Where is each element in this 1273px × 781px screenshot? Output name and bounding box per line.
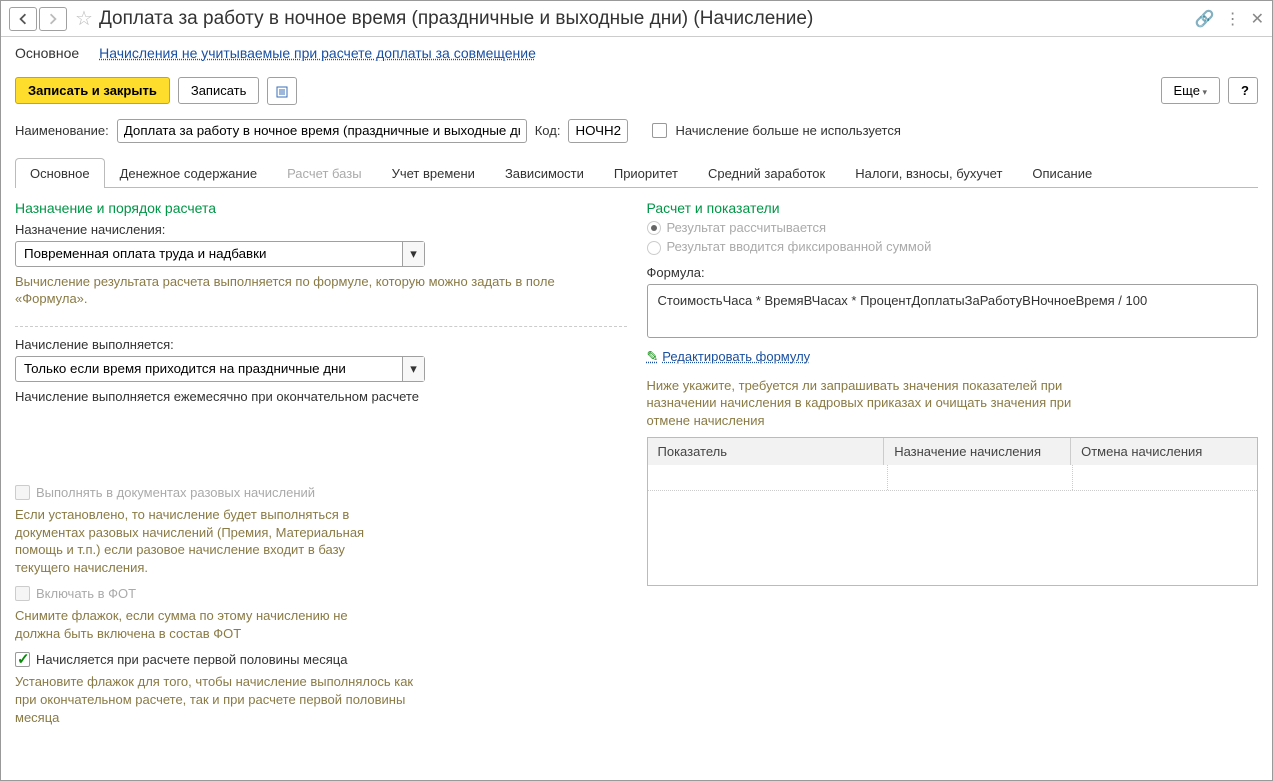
not-used-checkbox[interactable] xyxy=(652,123,667,138)
help-button[interactable]: ? xyxy=(1228,77,1258,104)
chevron-down-icon[interactable]: ▾ xyxy=(402,357,424,381)
formula-box[interactable]: СтоимостьЧаса * ВремяВЧасах * ПроцентДоп… xyxy=(647,284,1259,338)
tabs: Основное Денежное содержание Расчет базы… xyxy=(15,157,1258,188)
purpose-select[interactable]: ▾ xyxy=(15,241,425,267)
th-assign: Назначение начисления xyxy=(884,438,1071,465)
tab-avg[interactable]: Средний заработок xyxy=(693,158,840,188)
save-and-close-button[interactable]: Записать и закрыть xyxy=(15,77,170,104)
tab-deps[interactable]: Зависимости xyxy=(490,158,599,188)
list-icon-button[interactable] xyxy=(267,77,297,105)
code-input[interactable] xyxy=(568,119,628,143)
purpose-input[interactable] xyxy=(16,242,402,266)
chevron-down-icon[interactable]: ▾ xyxy=(402,242,424,266)
name-label: Наименование: xyxy=(15,123,109,138)
chk-half-month-label: Начисляется при расчете первой половины … xyxy=(36,652,347,667)
more-button[interactable]: Еще xyxy=(1161,77,1220,104)
table-row[interactable] xyxy=(648,465,1258,491)
back-button[interactable] xyxy=(9,7,37,31)
sect-calc: Расчет и показатели xyxy=(647,200,1259,216)
when-label: Начисление выполняется: xyxy=(15,337,627,352)
table-body[interactable] xyxy=(648,465,1258,585)
not-used-label: Начисление больше не используется xyxy=(675,123,900,138)
table-note: Ниже укажите, требуется ли запрашивать з… xyxy=(647,377,1087,430)
sect-purpose: Назначение и порядок расчета xyxy=(15,200,627,216)
radio-calc-label: Результат рассчитывается xyxy=(667,220,827,235)
purpose-label: Назначение начисления: xyxy=(15,222,627,237)
chk-onetime xyxy=(15,485,30,500)
favorite-icon[interactable]: ☆ xyxy=(75,6,93,31)
radio-calc xyxy=(647,221,661,235)
save-button[interactable]: Записать xyxy=(178,77,260,104)
nav-main[interactable]: Основное xyxy=(15,45,79,61)
chk-onetime-label: Выполнять в документах разовых начислени… xyxy=(36,485,315,500)
when-input[interactable] xyxy=(16,357,402,381)
chk-fot-hint: Снимите флажок, если сумма по этому начи… xyxy=(15,607,395,642)
tab-desc[interactable]: Описание xyxy=(1017,158,1107,188)
th-cancel: Отмена начисления xyxy=(1071,438,1257,465)
tab-tax[interactable]: Налоги, взносы, бухучет xyxy=(840,158,1017,188)
link-icon[interactable]: 🔗 xyxy=(1195,9,1215,29)
when-hint: Начисление выполняется ежемесячно при ок… xyxy=(15,388,627,406)
th-indicator: Показатель xyxy=(648,438,885,465)
forward-button[interactable] xyxy=(39,7,67,31)
chk-onetime-hint: Если установлено, то начисление будет вы… xyxy=(15,506,395,576)
name-input[interactable] xyxy=(117,119,527,143)
tab-time[interactable]: Учет времени xyxy=(377,158,490,188)
chk-fot xyxy=(15,586,30,601)
radio-fixed xyxy=(647,241,661,255)
chk-half-month-hint: Установите флажок для того, чтобы начисл… xyxy=(15,673,435,726)
formula-label: Формула: xyxy=(647,265,1259,280)
edit-formula-label: Редактировать формулу xyxy=(662,349,810,364)
tab-main[interactable]: Основное xyxy=(15,158,105,188)
page-title: Доплата за работу в ночное время (праздн… xyxy=(99,8,1195,30)
tab-money[interactable]: Денежное содержание xyxy=(105,158,272,188)
kebab-icon[interactable]: ⋮ xyxy=(1225,9,1241,29)
radio-fixed-label: Результат вводится фиксированной суммой xyxy=(667,239,932,254)
edit-formula-link[interactable]: ✎ Редактировать формулу xyxy=(647,348,811,365)
pencil-icon: ✎ xyxy=(647,348,659,365)
when-select[interactable]: ▾ xyxy=(15,356,425,382)
code-label: Код: xyxy=(535,123,561,138)
close-icon[interactable]: ✕ xyxy=(1251,9,1264,29)
tab-priority[interactable]: Приоритет xyxy=(599,158,693,188)
indicators-table: Показатель Назначение начисления Отмена … xyxy=(647,437,1259,586)
nav-link-exclusions[interactable]: Начисления не учитываемые при расчете до… xyxy=(99,45,536,61)
chk-fot-label: Включать в ФОТ xyxy=(36,586,136,601)
chk-half-month[interactable] xyxy=(15,652,30,667)
tab-base: Расчет базы xyxy=(272,158,377,188)
purpose-hint: Вычисление результата расчета выполняетс… xyxy=(15,273,627,308)
